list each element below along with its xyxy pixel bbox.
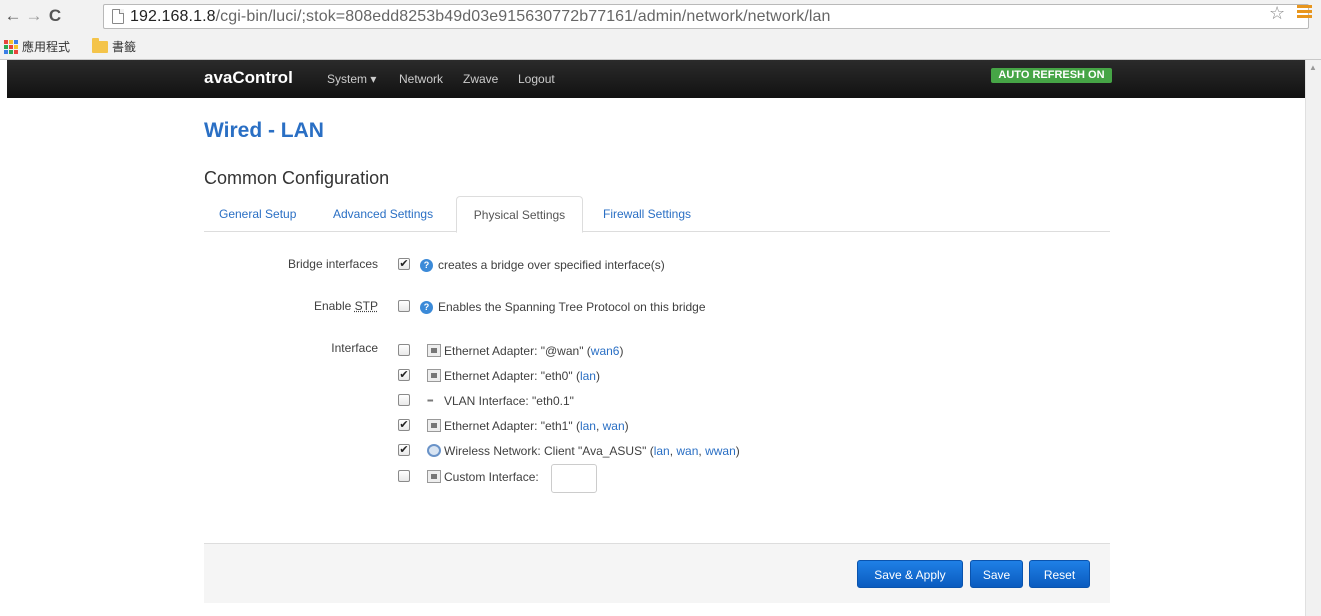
page-title: Wired - LAN	[204, 119, 324, 142]
bookmarks-bar: 應用程式 書籤	[0, 35, 1321, 57]
tab-physical-settings[interactable]: Physical Settings	[456, 196, 583, 233]
wifi-icon	[427, 444, 441, 457]
interface-paren-open: (	[583, 344, 591, 358]
nav-network[interactable]: Network	[399, 72, 443, 86]
bookmark-folder[interactable]: 書籤	[92, 37, 137, 55]
bookmark-apps-label: 應用程式	[22, 40, 71, 54]
enable-stp-checkbox[interactable]	[398, 300, 410, 312]
interface-description: Ethernet Adapter: "eth1"	[444, 419, 573, 433]
ethernet-icon	[427, 344, 441, 357]
interface-description: Wireless Network: Client "Ava_ASUS"	[444, 444, 647, 458]
address-bar-row: ← → C 192.168.1.8/cgi-bin/luci/;stok=808…	[0, 0, 1321, 34]
tab-general-setup[interactable]: General Setup	[204, 196, 311, 232]
form-actions-bar: Save & Apply Save Reset	[204, 543, 1110, 603]
network-link[interactable]: wwan	[705, 444, 736, 458]
save-apply-button[interactable]: Save & Apply	[857, 560, 963, 588]
nav-system-label: System	[327, 72, 368, 86]
interface-text: Wireless Network: Client "Ava_ASUS" (lan…	[444, 444, 740, 458]
tab-advanced-settings[interactable]: Advanced Settings	[318, 196, 448, 232]
ethernet-icon	[427, 470, 441, 483]
page-icon	[112, 9, 124, 24]
save-button[interactable]: Save	[970, 560, 1023, 588]
url-text[interactable]: 192.168.1.8/cgi-bin/luci/;stok=808edd825…	[130, 7, 831, 26]
stp-abbreviation: STP	[354, 299, 378, 313]
custom-interface-label: Custom Interface:	[444, 470, 539, 484]
interface-checkbox[interactable]	[398, 394, 410, 406]
enable-stp-description: Enables the Spanning Tree Protocol on th…	[438, 300, 706, 314]
bookmark-apps[interactable]: 應用程式	[4, 38, 70, 55]
interface-paren-open: (	[646, 444, 654, 458]
url-bar[interactable]: 192.168.1.8/cgi-bin/luci/;stok=808edd825…	[103, 4, 1309, 29]
network-link[interactable]: lan	[580, 369, 596, 383]
interface-checkbox[interactable]: ✔	[398, 419, 410, 431]
bridge-interfaces-checkbox[interactable]: ✔	[398, 258, 410, 270]
forward-arrow-icon[interactable]: →	[24, 6, 44, 26]
network-separator: ,	[595, 419, 603, 433]
interface-paren-close: )	[735, 444, 740, 458]
auto-refresh-badge[interactable]: AUTO REFRESH ON	[991, 68, 1112, 83]
network-link[interactable]: wan6	[591, 344, 620, 358]
back-arrow-icon[interactable]: ←	[3, 6, 23, 26]
ethernet-icon	[427, 369, 441, 382]
interface-description: Ethernet Adapter: "eth0"	[444, 369, 573, 383]
interface-description: VLAN Interface: "eth0.1"	[444, 394, 574, 408]
interface-text: Ethernet Adapter: "eth0" (lan)	[444, 369, 600, 383]
section-title: Common Configuration	[204, 168, 390, 188]
bookmark-folder-label: 書籤	[112, 40, 137, 54]
interface-description: Ethernet Adapter: "@wan"	[444, 344, 584, 358]
interface-paren-close: )	[595, 369, 600, 383]
apps-icon	[4, 39, 18, 54]
network-link[interactable]: lan	[580, 419, 596, 433]
interface-text: Ethernet Adapter: "eth1" (lan, wan)	[444, 419, 629, 433]
folder-icon	[92, 37, 108, 53]
chevron-down-icon: ▾	[370, 72, 377, 86]
interface-checkbox[interactable]: ✔	[398, 444, 410, 456]
scroll-up-icon[interactable]: ▲	[1309, 63, 1317, 72]
interface-text: Ethernet Adapter: "@wan" (wan6)	[444, 344, 623, 358]
interface-paren-close: )	[624, 419, 629, 433]
help-icon: ?	[420, 259, 433, 272]
network-link[interactable]: wan	[603, 419, 625, 433]
custom-interface-checkbox[interactable]	[398, 470, 410, 482]
interface-paren-close: )	[619, 344, 624, 358]
reset-button[interactable]: Reset	[1029, 560, 1090, 588]
top-navbar: avaControl System ▾ Network Zwave Logout…	[7, 60, 1305, 98]
nav-logout[interactable]: Logout	[518, 72, 555, 86]
bridge-interfaces-label: Bridge interfaces	[287, 257, 378, 271]
tab-bar: General Setup Advanced Settings Physical…	[204, 196, 1110, 233]
interface-text: VLAN Interface: "eth0.1"	[444, 394, 574, 408]
bookmark-star-icon[interactable]: ☆	[1269, 3, 1285, 24]
browser-menu-icon[interactable]	[1297, 5, 1312, 19]
url-host: 192.168.1.8	[130, 8, 216, 25]
brand-logo[interactable]: avaControl	[204, 68, 293, 88]
interface-checkbox[interactable]: ✔	[398, 369, 410, 381]
page-scrollbar[interactable]: ▲	[1305, 60, 1321, 616]
custom-interface-input[interactable]	[551, 464, 597, 493]
nav-system[interactable]: System ▾	[327, 72, 376, 86]
vlan-icon: ▪▪▪	[427, 396, 434, 405]
network-link[interactable]: wan	[676, 444, 698, 458]
browser-chrome: ← → C 192.168.1.8/cgi-bin/luci/;stok=808…	[0, 0, 1321, 60]
interface-paren-open: (	[572, 369, 580, 383]
enable-stp-label: Enable STP	[204, 299, 378, 313]
help-icon: ?	[420, 301, 433, 314]
interface-checkbox[interactable]	[398, 344, 410, 356]
ethernet-icon	[427, 419, 441, 432]
tab-firewall-settings[interactable]: Firewall Settings	[588, 196, 706, 232]
bridge-interfaces-description: creates a bridge over specified interfac…	[438, 258, 665, 272]
enable-stp-label-prefix: Enable	[313, 299, 355, 313]
network-link[interactable]: lan	[654, 444, 670, 458]
interface-label: Interface	[331, 341, 378, 355]
interface-paren-open: (	[572, 419, 580, 433]
reload-icon[interactable]: C	[45, 6, 65, 26]
nav-zwave[interactable]: Zwave	[463, 72, 498, 86]
url-path: /cgi-bin/luci/;stok=808edd8253b49d03e915…	[215, 8, 831, 25]
